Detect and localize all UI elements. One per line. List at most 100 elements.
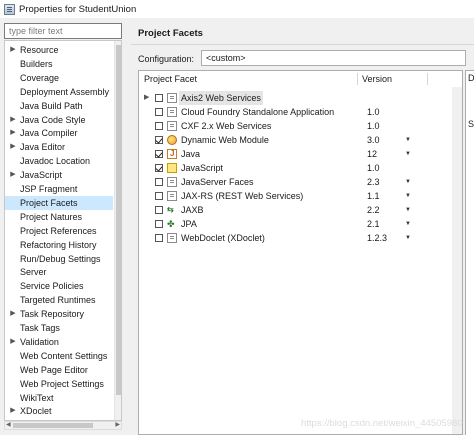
facet-checkbox[interactable] xyxy=(155,122,163,130)
scrollbar-thumb[interactable] xyxy=(13,423,93,428)
column-divider[interactable] xyxy=(427,73,428,85)
facet-row[interactable]: ▶ Axis2 Web Services xyxy=(139,91,449,105)
scroll-left-icon[interactable]: ◀ xyxy=(6,422,11,429)
version-dropdown-icon[interactable]: ▼ xyxy=(405,175,411,189)
expand-arrow-icon[interactable]: ▶ xyxy=(9,335,17,349)
tree-item[interactable]: JSP Fragment xyxy=(5,182,113,196)
expand-arrow-icon[interactable]: ▶ xyxy=(9,43,17,57)
tree-item-label: Validation xyxy=(20,336,59,347)
tree-item[interactable]: Run/Debug Settings xyxy=(5,252,113,266)
tree-item[interactable]: Web Content Settings xyxy=(5,349,113,363)
expand-arrow-icon[interactable]: ▶ xyxy=(9,126,17,140)
page-icon xyxy=(167,177,177,187)
facet-checkbox[interactable] xyxy=(155,178,163,186)
facet-row[interactable]: WebDoclet (XDoclet) 1.2.3 ▼ xyxy=(139,231,449,245)
expand-arrow-icon[interactable]: ▶ xyxy=(9,307,17,321)
facet-row[interactable]: JavaServer Faces 2.3 ▼ xyxy=(139,175,449,189)
tree-item[interactable]: Builders xyxy=(5,57,113,71)
facet-checkbox[interactable] xyxy=(155,150,163,158)
tree-item[interactable]: ▶ Java Compiler xyxy=(5,126,113,140)
facet-checkbox[interactable] xyxy=(155,108,163,116)
facet-name: JavaServer Faces xyxy=(181,177,254,187)
facet-row[interactable]: Java 12 ▼ xyxy=(139,147,449,161)
version-dropdown-icon[interactable]: ▼ xyxy=(405,203,411,217)
tree-horizontal-scrollbar[interactable]: ◀ ▶ xyxy=(4,421,122,430)
facet-version[interactable]: 1.0 xyxy=(367,105,380,119)
facet-version[interactable]: 1.2.3 xyxy=(367,231,387,245)
tree-item[interactable]: Java Build Path xyxy=(5,99,113,113)
tree-item[interactable]: Web Project Settings xyxy=(5,377,113,391)
facet-checkbox[interactable] xyxy=(155,192,163,200)
tree-item[interactable]: WikiText xyxy=(5,391,113,405)
tree-item[interactable]: Web Page Editor xyxy=(5,363,113,377)
tree-item[interactable]: ▶ JavaScript xyxy=(5,168,113,182)
tree-item-label: Web Project Settings xyxy=(20,378,104,389)
expand-arrow-icon[interactable]: ▶ xyxy=(9,140,17,154)
facet-version[interactable]: 3.0 xyxy=(367,133,380,147)
version-dropdown-icon[interactable]: ▼ xyxy=(405,231,411,245)
facet-version[interactable]: 2.1 xyxy=(367,217,380,231)
configuration-select[interactable]: <custom> xyxy=(201,50,466,66)
tree-item[interactable]: Server xyxy=(5,265,113,279)
tree-item-label: Java Compiler xyxy=(20,128,78,139)
facet-version[interactable]: 1.1 xyxy=(367,189,380,203)
facet-row[interactable]: JAX-RS (REST Web Services) 1.1 ▼ xyxy=(139,189,449,203)
facet-checkbox[interactable] xyxy=(155,136,163,144)
tree-item[interactable]: ▶ Java Code Style xyxy=(5,113,113,127)
column-divider[interactable] xyxy=(357,73,358,85)
facet-version[interactable]: 12 xyxy=(367,147,377,161)
tree-vertical-scrollbar[interactable] xyxy=(114,41,121,420)
tree-item[interactable]: ▶ Validation xyxy=(5,335,113,349)
facet-checkbox[interactable] xyxy=(155,220,163,228)
tree-item[interactable]: Targeted Runtimes xyxy=(5,293,113,307)
tree-item-label: WikiText xyxy=(20,392,54,403)
tree-item[interactable]: ▶ Resource xyxy=(5,43,113,57)
scrollbar-thumb[interactable] xyxy=(116,45,121,395)
page-icon xyxy=(167,121,177,131)
facet-row[interactable]: Dynamic Web Module 3.0 ▼ xyxy=(139,133,449,147)
tree-item[interactable]: Coverage xyxy=(5,71,113,85)
facet-version[interactable]: 2.2 xyxy=(367,203,380,217)
facet-checkbox[interactable] xyxy=(155,94,163,102)
version-dropdown-icon[interactable]: ▼ xyxy=(405,189,411,203)
facet-name: WebDoclet (XDoclet) xyxy=(181,233,265,243)
tree-item[interactable]: Refactoring History xyxy=(5,238,113,252)
tree-item[interactable]: ▶ XDoclet xyxy=(5,404,113,418)
version-dropdown-icon[interactable]: ▼ xyxy=(405,133,411,147)
tree-item-label: XDoclet xyxy=(20,406,52,417)
facet-checkbox[interactable] xyxy=(155,164,163,172)
tree-item[interactable]: ▶ Java Editor xyxy=(5,140,113,154)
tree-item[interactable]: Project References xyxy=(5,224,113,238)
expand-arrow-icon[interactable]: ▶ xyxy=(9,113,17,127)
tree-item[interactable]: Javadoc Location xyxy=(5,154,113,168)
scroll-right-icon[interactable]: ▶ xyxy=(115,422,120,429)
table-scrollbar[interactable] xyxy=(452,87,462,434)
facet-version[interactable]: 1.0 xyxy=(367,119,380,133)
tree-item[interactable]: Deployment Assembly xyxy=(5,85,113,99)
facet-row[interactable]: Cloud Foundry Standalone Application 1.0 xyxy=(139,105,449,119)
facet-row[interactable]: ✤ JPA 2.1 ▼ xyxy=(139,217,449,231)
watermark: https://blog.csdn.net/weixin_44505980 xyxy=(301,418,463,429)
facet-version[interactable]: 1.0 xyxy=(367,161,380,175)
version-dropdown-icon[interactable]: ▼ xyxy=(405,147,411,161)
expand-arrow-icon[interactable]: ▶ xyxy=(9,404,17,418)
property-tree: ▶ Resource Builders Coverage Deployment Asse… xyxy=(4,40,122,421)
facet-checkbox[interactable] xyxy=(155,206,163,214)
facet-row[interactable]: JavaScript 1.0 xyxy=(139,161,449,175)
filter-input[interactable] xyxy=(4,23,122,39)
facet-checkbox[interactable] xyxy=(155,234,163,242)
expand-arrow-icon[interactable]: ▶ xyxy=(144,91,149,105)
column-header-version[interactable]: Version xyxy=(362,71,392,87)
facet-version[interactable]: 2.3 xyxy=(367,175,380,189)
facet-name: Dynamic Web Module xyxy=(181,135,269,145)
tree-item[interactable]: Project Natures xyxy=(5,210,113,224)
tree-item[interactable]: Service Policies xyxy=(5,279,113,293)
tree-item[interactable]: Task Tags xyxy=(5,321,113,335)
tree-item[interactable]: Project Facets xyxy=(5,195,113,210)
expand-arrow-icon[interactable]: ▶ xyxy=(9,168,17,182)
version-dropdown-icon[interactable]: ▼ xyxy=(405,217,411,231)
facet-row[interactable]: CXF 2.x Web Services 1.0 xyxy=(139,119,449,133)
facet-row[interactable]: ⇆ JAXB 2.2 ▼ xyxy=(139,203,449,217)
tree-item[interactable]: ▶ Task Repository xyxy=(5,307,113,321)
column-header-facet[interactable]: Project Facet xyxy=(144,71,197,87)
